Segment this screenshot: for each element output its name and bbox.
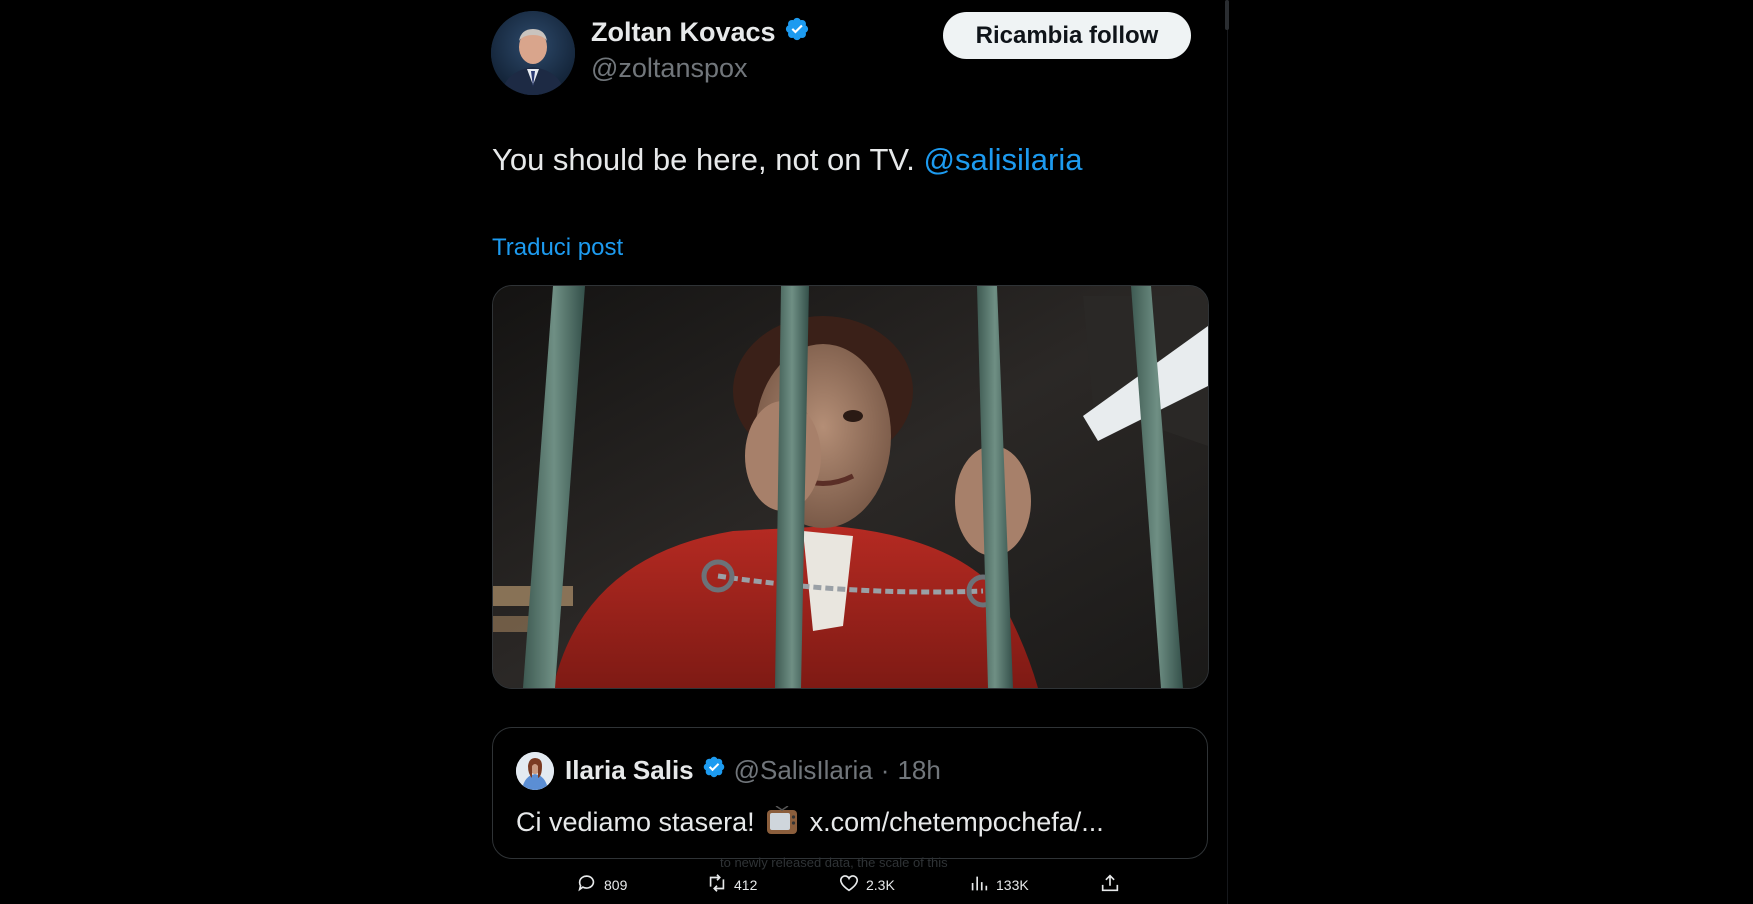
author-avatar[interactable] <box>491 11 575 95</box>
views-icon <box>968 872 990 897</box>
quoted-link-text[interactable]: x.com/chetempochefa/... <box>810 807 1104 837</box>
post-media-image[interactable] <box>492 285 1209 689</box>
quoted-post-header: Ilaria Salis @SalisIlaria · 18h <box>565 755 941 786</box>
repost-button[interactable]: 412 <box>706 872 757 897</box>
like-count: 2.3K <box>866 876 895 893</box>
quoted-timestamp[interactable]: 18h <box>897 755 940 786</box>
views-button[interactable]: 133K <box>968 872 1029 897</box>
like-button[interactable]: 2.3K <box>838 872 895 897</box>
post-body: You should be here, not on TV. <box>492 142 915 177</box>
reply-button[interactable]: 809 <box>576 872 627 897</box>
page: Zoltan Kovacs @zoltanspox Ricambia follo… <box>0 0 1753 904</box>
author-handle[interactable]: @zoltanspox <box>591 53 748 84</box>
quoted-post-text: Ci vediamo stasera! x.com/chetempochefa/… <box>516 805 1104 838</box>
quoted-author-handle[interactable]: @SalisIlaria <box>734 755 873 786</box>
television-emoji-icon <box>766 805 798 836</box>
quoted-separator: · <box>880 755 890 785</box>
quoted-author-name[interactable]: Ilaria Salis <box>565 755 694 786</box>
quoted-post-card[interactable]: Ilaria Salis @SalisIlaria · 18h Ci vedia… <box>492 727 1208 859</box>
reply-icon <box>576 872 598 897</box>
quoted-text-before: Ci vediamo stasera! <box>516 807 755 837</box>
mention-link[interactable]: @salisilaria <box>924 142 1083 177</box>
translate-post-link[interactable]: Traduci post <box>492 234 623 262</box>
scrollbar[interactable] <box>1225 0 1229 30</box>
quoted-author-avatar[interactable] <box>516 752 554 790</box>
heart-icon <box>838 872 860 897</box>
post-actions-bar: 809 412 2.3K 133K <box>0 872 1753 894</box>
views-count: 133K <box>996 876 1029 893</box>
column-divider <box>1227 0 1228 904</box>
share-button[interactable] <box>1099 872 1121 897</box>
repost-icon <box>706 872 728 897</box>
verified-badge-icon <box>702 755 726 786</box>
reply-count: 809 <box>604 876 628 893</box>
background-overlay-text: to newly released data, the scale of thi… <box>720 855 948 870</box>
author-name[interactable]: Zoltan Kovacs <box>591 16 810 49</box>
verified-badge-icon <box>784 16 810 49</box>
author-name-text[interactable]: Zoltan Kovacs <box>591 17 776 48</box>
repost-count: 412 <box>734 876 758 893</box>
share-icon <box>1099 872 1121 897</box>
post-text: You should be here, not on TV. @salisila… <box>492 142 1082 178</box>
follow-back-button[interactable]: Ricambia follow <box>943 12 1191 59</box>
